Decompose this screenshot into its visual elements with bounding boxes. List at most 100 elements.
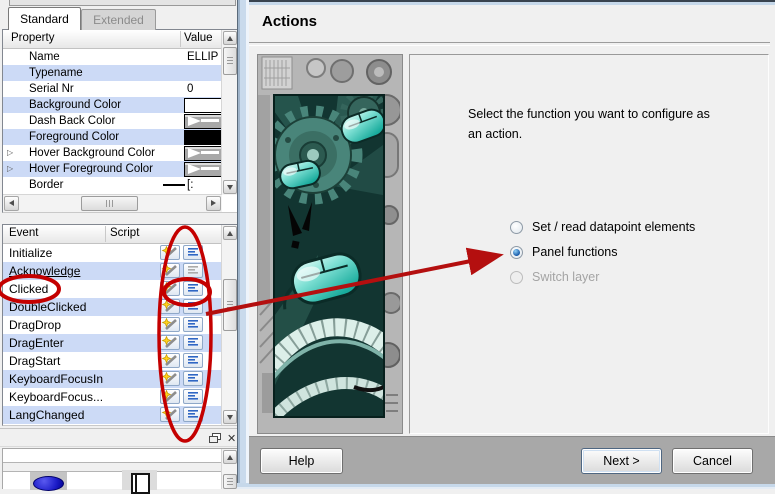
arrow-up-icon — [227, 36, 233, 41]
wizard-content-panel: Select the function you want to configur… — [409, 54, 769, 434]
tab-extended[interactable]: Extended — [81, 9, 156, 30]
script-editor-button[interactable] — [183, 407, 203, 422]
event-table-header: Event Script — [3, 225, 238, 244]
scroll-thumb[interactable] — [223, 47, 237, 75]
scroll-thumb[interactable] — [81, 196, 138, 211]
scroll-up-button[interactable] — [223, 31, 237, 45]
catalog-separator — [3, 462, 238, 472]
column-header-value: Value — [184, 32, 213, 44]
event-row-dragstart[interactable]: DragStart — [3, 352, 238, 370]
scroll-up-button[interactable] — [223, 450, 237, 464]
script-editor-button[interactable] — [183, 245, 203, 260]
property-table-vscrollbar[interactable] — [221, 30, 238, 195]
event-row-dragdrop[interactable]: DragDrop — [3, 316, 238, 334]
color-swatch-pattern[interactable] — [184, 162, 223, 177]
radio-set-read-datapoint-elements[interactable]: Set / read datapoint elements — [510, 217, 695, 237]
expand-arrow-icon[interactable] — [7, 145, 13, 161]
script-wizard-wand-button[interactable] — [160, 281, 180, 296]
scroll-down-button[interactable] — [223, 410, 237, 424]
help-button[interactable]: Help — [260, 448, 343, 474]
close-icon: ✕ — [227, 433, 236, 445]
radio-panel-functions[interactable]: Panel functions — [510, 242, 617, 262]
column-header-script: Script — [110, 227, 139, 239]
cancel-button[interactable]: Cancel — [672, 448, 753, 474]
next-button[interactable]: Next > — [581, 448, 662, 474]
radio-selected-icon[interactable] — [510, 246, 523, 259]
scroll-right-button[interactable] — [206, 196, 221, 211]
script-wizard-wand-button[interactable] — [160, 335, 180, 350]
script-editor-button[interactable] — [183, 389, 203, 404]
script-wizard-wand-button[interactable] — [160, 299, 180, 314]
event-row-initialize[interactable]: Initialize — [3, 244, 238, 262]
float-panel-button[interactable] — [203, 432, 217, 445]
scroll-thumb[interactable] — [223, 474, 237, 489]
dialog-button-bar: Help Next > Cancel — [249, 436, 775, 484]
script-editor-button[interactable] — [183, 281, 203, 296]
scroll-thumb[interactable] — [223, 279, 237, 331]
event-row-dragenter[interactable]: DragEnter — [3, 334, 238, 352]
script-editor-button[interactable] — [183, 299, 203, 314]
shape-catalog-panel — [2, 448, 239, 489]
property-row-dash-back-color[interactable]: Dash Back Color — [3, 113, 238, 129]
color-swatch-pattern[interactable] — [184, 146, 223, 161]
event-script-table: Event Script Initialize Acknowledge Clic… — [2, 224, 239, 426]
dialog-title: Actions — [262, 13, 317, 30]
radio-unselected-icon[interactable] — [510, 221, 523, 234]
color-swatch-white[interactable] — [184, 98, 223, 113]
expand-arrow-icon[interactable] — [7, 161, 13, 177]
property-row-hover-background-color[interactable]: Hover Background Color — [3, 145, 238, 161]
property-row-background-color[interactable]: Background Color — [3, 97, 238, 113]
property-row-serial-nr[interactable]: Serial Nr 0 — [3, 81, 238, 97]
property-row-hover-foreground-color[interactable]: Hover Foreground Color — [3, 161, 238, 177]
property-editor-panel: Extended Standard Property Value Name EL… — [0, 0, 241, 489]
property-table: Property Value Name ELLIP Typename Seria… — [2, 29, 239, 213]
script-editor-button[interactable] — [183, 317, 203, 332]
radio-disabled-icon — [510, 271, 523, 284]
scroll-left-button[interactable] — [4, 196, 19, 211]
panel-shape-icon — [131, 473, 150, 494]
script-wizard-wand-button[interactable] — [160, 317, 180, 332]
property-row-typename[interactable]: Typename — [3, 65, 238, 81]
column-header-property: Property — [11, 32, 54, 44]
script-editor-button[interactable] — [183, 371, 203, 386]
property-table-hscrollbar[interactable] — [3, 194, 222, 212]
catalog-item-ellipse[interactable] — [30, 472, 67, 490]
scroll-up-button[interactable] — [223, 226, 237, 240]
script-editor-button[interactable] — [183, 353, 203, 368]
script-wizard-wand-button[interactable] — [160, 389, 180, 404]
property-row-border[interactable]: Border [: — [3, 177, 238, 193]
script-wizard-wand-button[interactable] — [160, 407, 180, 422]
property-value[interactable]: ELLIP — [187, 49, 218, 65]
event-row-doubleclicked[interactable]: DoubleClicked — [3, 298, 238, 316]
color-swatch-black[interactable] — [184, 130, 223, 145]
property-row-name[interactable]: Name ELLIP — [3, 49, 238, 65]
script-wizard-wand-button[interactable] — [160, 353, 180, 368]
property-row-foreground-color[interactable]: Foreground Color — [3, 129, 238, 145]
catalog-vscrollbar[interactable] — [221, 449, 238, 489]
event-table-vscrollbar[interactable] — [221, 225, 238, 425]
color-swatch-pattern[interactable] — [184, 114, 223, 129]
script-editor-button[interactable] — [183, 335, 203, 350]
arrow-right-icon — [211, 200, 216, 206]
script-wizard-wand-button[interactable] — [160, 371, 180, 386]
script-wizard-wand-button[interactable] — [160, 263, 180, 278]
dialog-window-frame-left — [237, 0, 249, 489]
instruction-text: Select the function you want to configur… — [468, 104, 760, 144]
event-row-keyboardfocusout[interactable]: KeyboardFocus... — [3, 388, 238, 406]
close-panel-button[interactable]: ✕ — [221, 432, 235, 445]
splitter-handle[interactable] — [9, 0, 236, 6]
event-row-keyboardfocusin[interactable]: KeyboardFocusIn — [3, 370, 238, 388]
event-rows: Initialize Acknowledge Clicked DoubleCli… — [3, 244, 238, 424]
event-row-langchanged[interactable]: LangChanged — [3, 406, 238, 424]
event-row-clicked[interactable]: Clicked — [3, 280, 238, 298]
catalog-item-panel[interactable] — [122, 470, 157, 490]
scroll-down-button[interactable] — [223, 180, 237, 194]
float-window-icon — [209, 433, 221, 444]
tab-standard[interactable]: Standard — [8, 7, 81, 30]
event-row-acknowledge[interactable]: Acknowledge — [3, 262, 238, 280]
border-style-value[interactable]: [: — [163, 177, 193, 193]
title-separator — [249, 42, 770, 46]
property-value[interactable]: 0 — [187, 81, 193, 97]
arrow-up-icon — [227, 231, 233, 236]
script-wizard-wand-button[interactable] — [160, 245, 180, 260]
